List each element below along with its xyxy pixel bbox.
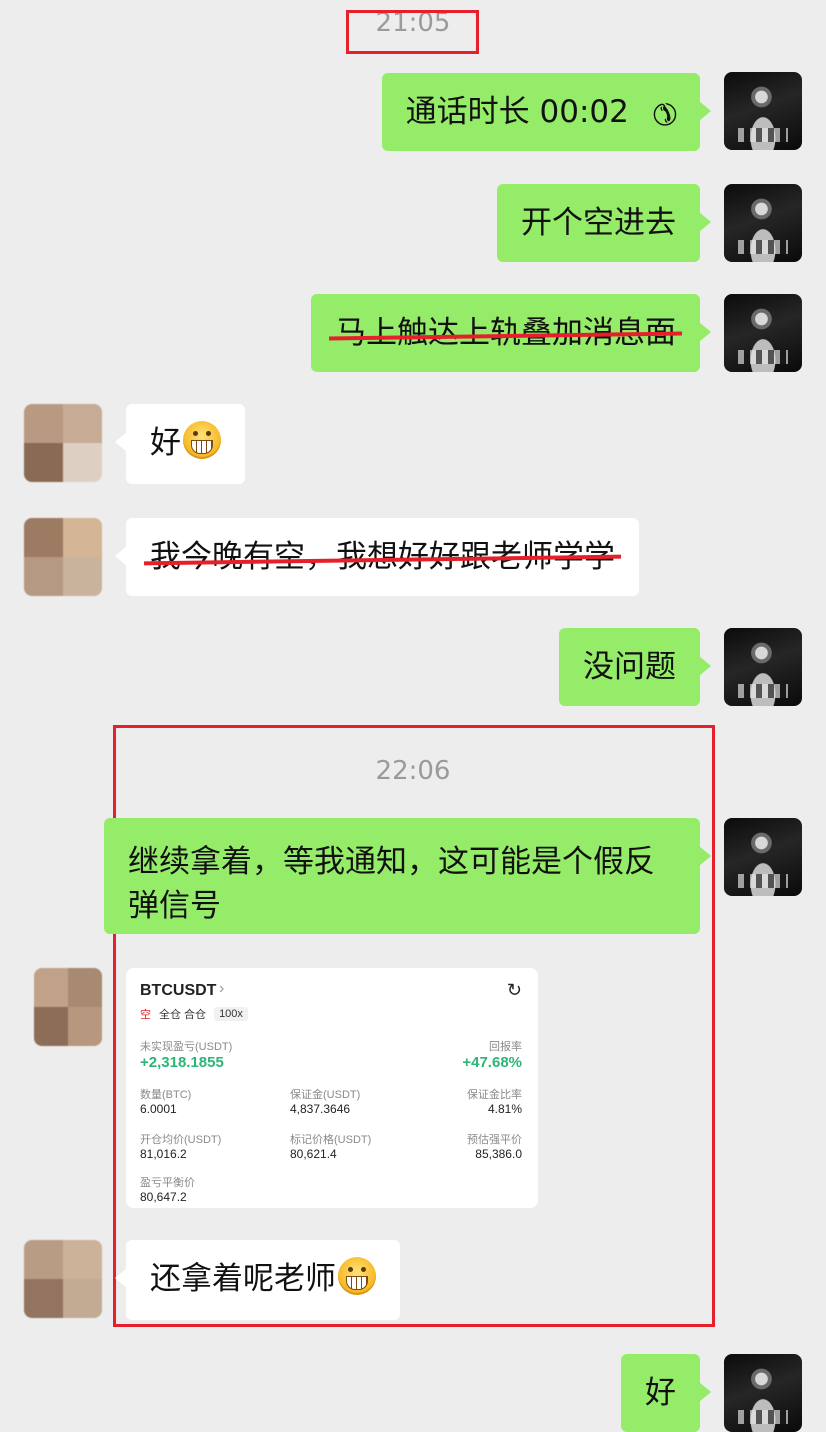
position-tags: 空 全仓 合仓 100x (140, 1006, 248, 1022)
my-avatar[interactable] (724, 818, 802, 896)
contact-avatar[interactable] (24, 518, 102, 596)
message-text: 我今晚有空，我想好好跟老师学学 (150, 535, 615, 579)
roi-label: 回报率 (489, 1041, 522, 1053)
liquidation-price-label: 预估强平价 (467, 1134, 522, 1146)
unrealized-pnl-value: +2,318.1855 (140, 1054, 224, 1071)
grin-emoji-icon (183, 421, 221, 459)
my-avatar[interactable] (724, 294, 802, 372)
my-avatar[interactable] (724, 72, 802, 150)
margin-value: 4,837.3646 (290, 1102, 351, 1116)
qty-label: 数量(BTC) (140, 1089, 192, 1101)
mark-price-label: 标记价格(USDT) (290, 1134, 372, 1146)
highlight-box (346, 10, 479, 54)
refresh-icon: ↻ (506, 980, 522, 1000)
message-text: 好 (645, 1375, 676, 1411)
my-avatar[interactable] (724, 1354, 802, 1432)
position-screenshot-card[interactable]: BTCUSDT › ↻ 空 全仓 合仓 100x 未实现盈亏(USDT) +2,… (126, 968, 538, 1208)
message-text: 通话时长 00:02 (405, 94, 629, 130)
margin-mode-tag: 全仓 合仓 (159, 1009, 207, 1021)
message-text: 好 (150, 425, 181, 461)
direction-tag: 空 (140, 1009, 151, 1021)
timestamp: 22:06 (375, 756, 451, 786)
margin-ratio-value: 4.81% (487, 1102, 522, 1116)
grin-emoji-icon (338, 1257, 376, 1295)
message-bubble[interactable]: 好 (621, 1354, 711, 1432)
my-avatar[interactable] (724, 184, 802, 262)
phone-hangup-icon: ✆ (642, 92, 686, 135)
message-text-line: 继续拿着，等我通知，这可能是个假反 (128, 844, 655, 880)
message-text-line: 弹信号 (128, 888, 221, 924)
call-record-bubble[interactable]: 通话时长 00:02 ✆ (381, 73, 712, 151)
message-text: 还拿着呢老师 (150, 1261, 336, 1297)
entry-price-label: 开仓均价(USDT) (140, 1134, 222, 1146)
message-bubble[interactable]: 没问题 (559, 628, 711, 706)
message-bubble[interactable]: 马上触达上轨叠加消息面 (311, 294, 711, 372)
contact-avatar[interactable] (24, 1240, 102, 1318)
breakeven-price-value: 80,647.2 (140, 1190, 187, 1204)
contact-avatar[interactable] (34, 968, 102, 1046)
margin-ratio-label: 保证金比率 (467, 1089, 522, 1101)
symbol: BTCUSDT (140, 982, 217, 999)
entry-price-value: 81,016.2 (140, 1147, 187, 1161)
message-bubble[interactable]: 继续拿着，等我通知，这可能是个假反 弹信号 (104, 818, 711, 934)
message-text: 马上触达上轨叠加消息面 (335, 311, 676, 355)
message-bubble[interactable]: 还拿着呢老师 (115, 1240, 400, 1320)
message-text: 开个空进去 (521, 205, 676, 241)
margin-label: 保证金(USDT) (290, 1089, 361, 1101)
message-bubble[interactable]: 我今晚有空，我想好好跟老师学学 (115, 518, 639, 596)
message-bubble[interactable]: 开个空进去 (497, 184, 711, 262)
message-text: 没问题 (583, 649, 676, 685)
breakeven-price-label: 盈亏平衡价 (140, 1177, 195, 1189)
leverage-tag: 100x (214, 1007, 248, 1021)
qty-value: 6.0001 (140, 1102, 177, 1116)
message-bubble[interactable]: 好 (115, 404, 245, 484)
chevron-right-icon: › (219, 980, 225, 997)
roi-value: +47.68% (462, 1054, 522, 1071)
mark-price-value: 80,621.4 (290, 1147, 337, 1161)
liquidation-price-value: 85,386.0 (475, 1147, 522, 1161)
contact-avatar[interactable] (24, 404, 102, 482)
my-avatar[interactable] (724, 628, 802, 706)
unrealized-pnl-label: 未实现盈亏(USDT) (140, 1041, 233, 1053)
